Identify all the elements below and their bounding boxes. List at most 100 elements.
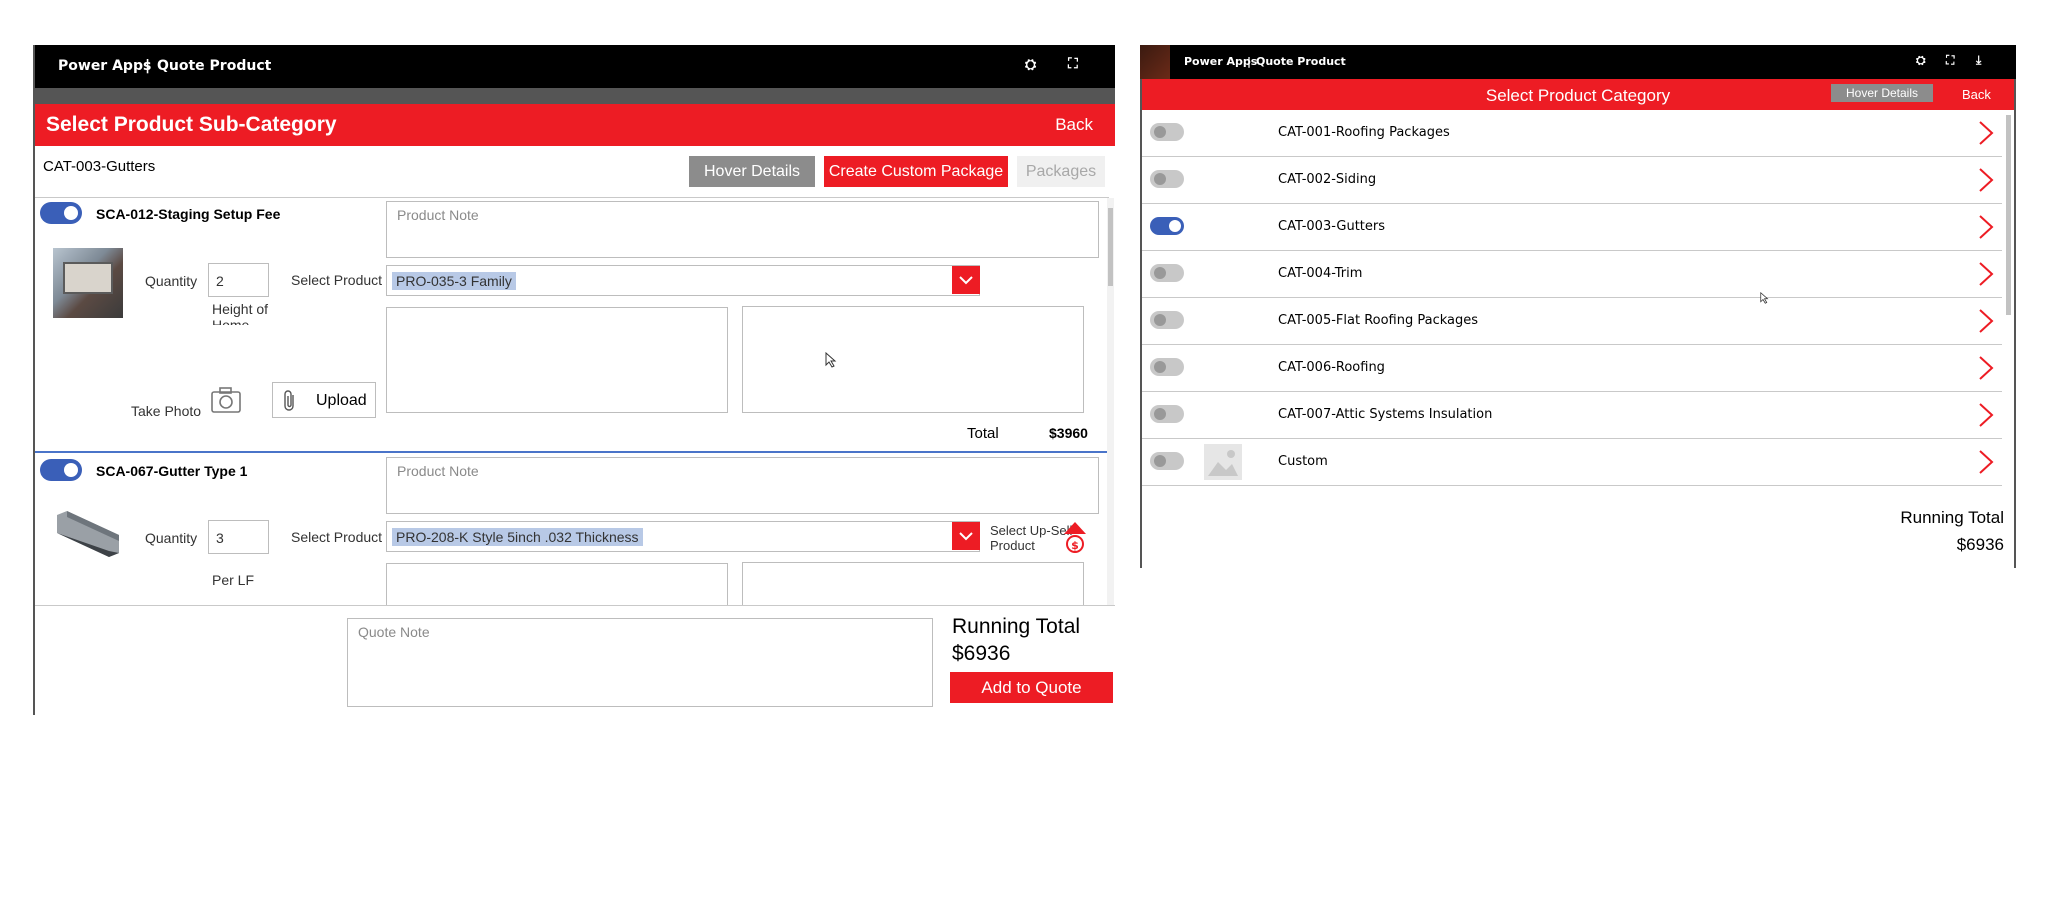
- left-scrollbar[interactable]: [1107, 198, 1114, 605]
- category-toggle[interactable]: [1150, 123, 1184, 141]
- category-toggle[interactable]: [1150, 311, 1184, 329]
- running-total-label: Running Total: [952, 615, 1081, 638]
- left-titlebar: Power Apps | Quote Product ⛭ ⛶: [33, 45, 1115, 88]
- titlebar-separator: |: [145, 58, 151, 74]
- create-custom-package-button[interactable]: Create Custom Package: [824, 156, 1008, 187]
- select-product-label: Select Product: [291, 529, 383, 545]
- add-to-quote-button[interactable]: Add to Quote: [950, 672, 1113, 703]
- image-area-2[interactable]: [742, 562, 1084, 605]
- camera-icon[interactable]: [210, 386, 242, 414]
- category-toggle[interactable]: [1150, 358, 1184, 376]
- running-total-value: $6936: [1956, 535, 2004, 554]
- back-button[interactable]: Back: [1962, 87, 1991, 102]
- category-toggle[interactable]: [1150, 170, 1184, 188]
- upsell-icon[interactable]: $: [1064, 522, 1086, 554]
- quantity-input[interactable]: 3: [208, 520, 269, 554]
- titlebar-separator: |: [1247, 55, 1252, 68]
- category-label: CAT-003-Gutters: [43, 158, 156, 175]
- category-name: CAT-002-Siding: [1278, 172, 1377, 187]
- chevron-right-icon[interactable]: [1978, 120, 1994, 146]
- chevron-right-icon[interactable]: [1978, 308, 1994, 334]
- unit-label: Height of Home: [212, 301, 269, 325]
- image-area-2[interactable]: [742, 306, 1084, 413]
- category-name: CAT-001-Roofing Packages: [1278, 125, 1450, 140]
- item-name: SCA-067-Gutter Type 1: [96, 463, 248, 479]
- right-header-bar: Select Product Category Hover Details Ba…: [1140, 79, 2016, 110]
- right-scrollbar[interactable]: [2004, 113, 2012, 437]
- item-toggle[interactable]: [40, 459, 82, 481]
- dropdown-selected-value: PRO-035-3 Family: [392, 272, 516, 290]
- list-item[interactable]: CAT-006-Roofing: [1140, 345, 2002, 392]
- subcategory-list[interactable]: SCA-012-Staging Setup Fee Quantity 2 Hei…: [33, 198, 1107, 605]
- product-thumbnail: [53, 248, 123, 318]
- list-item: SCA-067-Gutter Type 1 Quantity 3 Per LF …: [33, 455, 1107, 605]
- right-app-window: Power Apps | Quote Product ⛭ ⛶ ⤓ Select …: [1140, 45, 2016, 568]
- list-item[interactable]: CAT-003-Gutters: [1140, 204, 2002, 251]
- quote-note-field[interactable]: Quote Note: [347, 618, 933, 707]
- settings-icon[interactable]: ⛭: [1916, 53, 1926, 68]
- product-note-field[interactable]: Product Note: [386, 201, 1099, 258]
- right-titlebar: Power Apps | Quote Product ⛭ ⛶ ⤓: [1140, 45, 2016, 79]
- item-toggle[interactable]: [40, 202, 82, 224]
- paperclip-icon: [284, 390, 294, 411]
- hover-details-button[interactable]: Hover Details: [689, 156, 815, 187]
- page-title: Select Product Sub-Category: [46, 113, 337, 136]
- category-toggle[interactable]: [1150, 452, 1184, 470]
- product-dropdown[interactable]: PRO-208-K Style 5inch .032 Thickness: [386, 521, 980, 552]
- footer-divider: [33, 605, 1115, 606]
- product-dropdown[interactable]: PRO-035-3 Family: [386, 265, 980, 296]
- image-area-1[interactable]: [386, 563, 728, 605]
- titlebar-screen-name: Quote Product: [1256, 55, 1346, 68]
- item-name: SCA-012-Staging Setup Fee: [96, 206, 281, 222]
- category-name: CAT-003-Gutters: [1278, 219, 1386, 234]
- packages-button[interactable]: Packages: [1017, 156, 1105, 187]
- settings-icon[interactable]: ⛭: [1025, 57, 1036, 73]
- product-note-field[interactable]: Product Note: [386, 457, 1099, 514]
- category-toggle[interactable]: [1150, 405, 1184, 423]
- list-item[interactable]: CAT-001-Roofing Packages: [1140, 110, 2002, 157]
- list-item: SCA-012-Staging Setup Fee Quantity 2 Hei…: [33, 198, 1107, 453]
- item-total-value: $3960: [1049, 425, 1088, 441]
- right-border-line: [2014, 79, 2016, 568]
- running-total-label: Running Total: [1900, 508, 2004, 527]
- chevron-right-icon[interactable]: [1978, 214, 1994, 240]
- category-name: CAT-006-Roofing: [1278, 360, 1385, 375]
- titlebar-app-name: Power Apps: [58, 58, 152, 74]
- download-icon[interactable]: ⤓: [1976, 53, 1981, 68]
- category-list[interactable]: CAT-001-Roofing Packages CAT-002-Siding CA…: [1140, 110, 2016, 492]
- left-app-window: Power Apps | Quote Product ⛭ ⛶ Select Pr…: [33, 45, 1115, 715]
- fullscreen-icon[interactable]: ⛶: [1946, 53, 1954, 68]
- chevron-right-icon[interactable]: [1978, 167, 1994, 193]
- list-item[interactable]: CAT-004-Trim: [1140, 251, 2002, 298]
- chevron-right-icon[interactable]: [1978, 449, 1994, 475]
- chevron-right-icon[interactable]: [1978, 355, 1994, 381]
- category-name: CAT-007-Attic Systems Insulation: [1278, 407, 1493, 422]
- back-button[interactable]: Back: [1055, 115, 1093, 135]
- item-total-label: Total: [967, 425, 999, 442]
- left-header-bar: Select Product Sub-Category Back: [33, 104, 1115, 146]
- right-border-line: [1140, 79, 1142, 568]
- category-name: CAT-004-Trim: [1278, 266, 1363, 281]
- fullscreen-icon[interactable]: ⛶: [1068, 56, 1078, 72]
- image-area-1[interactable]: [386, 307, 728, 413]
- category-name: CAT-005-Flat Roofing Packages: [1278, 313, 1479, 328]
- chevron-down-icon[interactable]: [952, 522, 980, 550]
- chevron-down-icon[interactable]: [952, 266, 980, 294]
- list-item[interactable]: CAT-007-Attic Systems Insulation: [1140, 392, 2002, 439]
- category-toggle[interactable]: [1150, 217, 1184, 235]
- left-gray-strip: [33, 88, 1115, 104]
- running-total-value: $6936: [952, 642, 1011, 665]
- cursor-icon: [1760, 292, 1769, 304]
- list-item[interactable]: CAT-005-Flat Roofing Packages: [1140, 298, 2002, 345]
- upload-button[interactable]: Upload: [272, 382, 376, 418]
- list-item[interactable]: Custom: [1140, 439, 2002, 486]
- quantity-input[interactable]: 2: [208, 263, 269, 297]
- hover-details-button[interactable]: Hover Details: [1831, 84, 1933, 102]
- category-toggle[interactable]: [1150, 264, 1184, 282]
- chevron-right-icon[interactable]: [1978, 261, 1994, 287]
- cursor-icon: [825, 352, 837, 368]
- list-item[interactable]: CAT-002-Siding: [1140, 157, 2002, 204]
- chevron-right-icon[interactable]: [1978, 402, 1994, 428]
- quantity-label: Quantity: [145, 530, 198, 546]
- take-photo-label: Take Photo: [131, 403, 202, 419]
